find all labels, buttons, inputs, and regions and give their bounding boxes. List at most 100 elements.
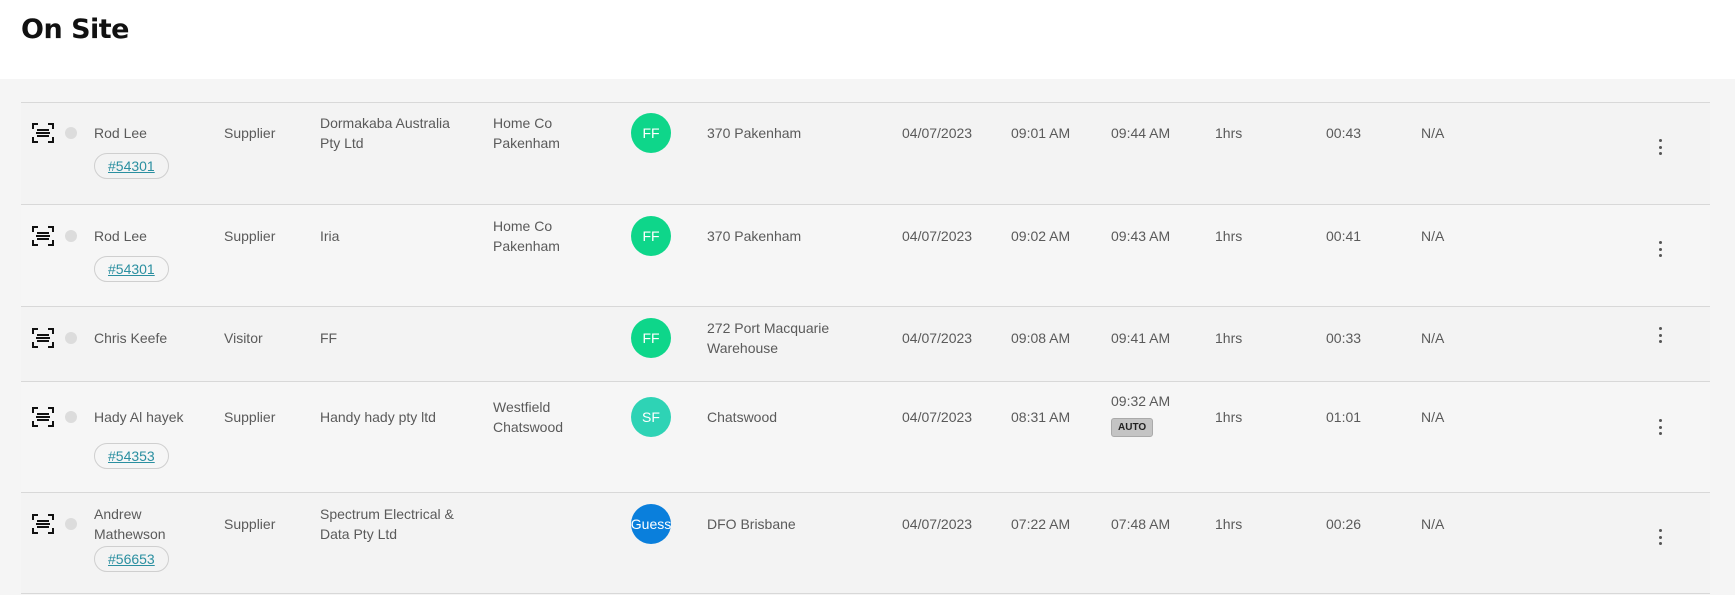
extra-field: N/A xyxy=(1421,125,1445,141)
site-avatar: Guess xyxy=(631,504,671,544)
onsite-table: Rod Lee Supplier Dormakaba Australia Pty Lt… xyxy=(21,102,1710,594)
more-options-icon[interactable] xyxy=(1652,239,1668,259)
elapsed-time: 00:43 xyxy=(1326,125,1362,141)
elapsed-time: 01:01 xyxy=(1326,409,1362,425)
visit-date: 04/07/2023 xyxy=(902,516,973,532)
site-name: DFO Brisbane xyxy=(707,514,796,534)
scan-qr-icon[interactable] xyxy=(32,513,54,535)
site-avatar: SF xyxy=(631,397,671,437)
elapsed-time: 00:26 xyxy=(1326,516,1362,532)
visitor-name: Andrew Mathewson xyxy=(94,504,166,544)
visitor-type: Supplier xyxy=(224,228,276,244)
visitor-name: Chris Keefe xyxy=(94,330,168,346)
visitor-type: Supplier xyxy=(224,409,276,425)
location-name: Home Co Pakenham xyxy=(493,216,560,256)
table-row[interactable]: Andrew Mathewson Supplier Spectrum Electric… xyxy=(21,493,1710,594)
location-name-line: Pakenham xyxy=(493,238,560,254)
visitor-name-line: Andrew xyxy=(94,506,142,522)
more-options-icon[interactable] xyxy=(1652,527,1668,547)
page-title: On Site xyxy=(21,14,130,45)
site-name-line: 272 Port Macquarie xyxy=(707,320,830,336)
auto-badge: AUTO xyxy=(1111,418,1154,437)
duration: 1hrs xyxy=(1215,516,1243,532)
location-name-line: Pakenham xyxy=(493,135,560,151)
company-name-line: Iria xyxy=(320,228,340,244)
extra-field: N/A xyxy=(1421,330,1445,346)
time-out: 09:32 AM xyxy=(1111,393,1171,409)
time-out: 09:43 AM xyxy=(1111,228,1171,244)
company-name: Spectrum Electrical & Data Pty Ltd xyxy=(320,504,454,544)
site-name-line: Warehouse xyxy=(707,340,779,356)
site-avatar: FF xyxy=(631,113,671,153)
visit-id-link[interactable]: #56653 xyxy=(94,546,169,572)
site-name: 272 Port Macquarie Warehouse xyxy=(707,318,829,358)
more-options-icon[interactable] xyxy=(1652,417,1668,437)
visitor-name: Rod Lee xyxy=(94,125,147,141)
site-name: Chatswood xyxy=(707,407,777,427)
visit-date: 04/07/2023 xyxy=(902,409,973,425)
company-name-line: Spectrum Electrical & xyxy=(320,506,454,522)
extra-field: N/A xyxy=(1421,228,1445,244)
company-name: Iria xyxy=(320,226,339,246)
time-in: 09:01 AM xyxy=(1011,125,1071,141)
time-out: 09:41 AM xyxy=(1111,330,1171,346)
visit-id-link[interactable]: #54353 xyxy=(94,443,169,469)
visitor-name: Rod Lee xyxy=(94,228,147,244)
visitor-name-line: Mathewson xyxy=(94,526,166,542)
status-dot xyxy=(65,332,77,344)
scan-qr-icon[interactable] xyxy=(32,225,54,247)
visit-date: 04/07/2023 xyxy=(902,330,973,346)
company-name-line: FF xyxy=(320,330,338,346)
time-in: 09:02 AM xyxy=(1011,228,1071,244)
location-name-line: Home Co xyxy=(493,115,553,131)
visit-id-link[interactable]: #54301 xyxy=(94,256,169,282)
site-name-line: 370 Pakenham xyxy=(707,125,802,141)
location-name-line: Chatswood xyxy=(493,419,564,435)
table-row[interactable]: Hady Al hayek Supplier Handy hady pty ltd W… xyxy=(21,382,1710,493)
extra-field: N/A xyxy=(1421,409,1445,425)
extra-field: N/A xyxy=(1421,516,1445,532)
location-name: Home Co Pakenham xyxy=(493,113,560,153)
table-row[interactable]: Rod Lee Supplier Dormakaba Australia Pty Lt… xyxy=(21,103,1710,205)
site-name-line: DFO Brisbane xyxy=(707,516,796,532)
visitor-name: Hady Al hayek xyxy=(94,409,184,425)
scan-qr-icon[interactable] xyxy=(32,327,54,349)
time-in: 09:08 AM xyxy=(1011,330,1071,346)
company-name: FF xyxy=(320,328,337,348)
duration: 1hrs xyxy=(1215,125,1243,141)
visitor-type: Supplier xyxy=(224,516,276,532)
visit-date: 04/07/2023 xyxy=(902,125,973,141)
location-name: Westfield Chatswood xyxy=(493,397,563,437)
visit-date: 04/07/2023 xyxy=(902,228,973,244)
scan-qr-icon[interactable] xyxy=(32,122,54,144)
page-header: On Site xyxy=(0,0,1735,79)
elapsed-time: 00:33 xyxy=(1326,330,1362,346)
table-row[interactable]: Rod Lee Supplier Iria Home Co Pakenham FF 370 … xyxy=(21,205,1710,307)
company-name-line: Handy hady pty ltd xyxy=(320,409,436,425)
more-options-icon[interactable] xyxy=(1652,325,1668,345)
site-name-line: 370 Pakenham xyxy=(707,228,802,244)
location-name-line: Westfield xyxy=(493,399,551,415)
site-avatar: FF xyxy=(631,216,671,256)
more-options-icon[interactable] xyxy=(1652,137,1668,157)
company-name-line: Data Pty Ltd xyxy=(320,526,398,542)
table-row[interactable]: Chris Keefe Visitor FF FF 272 Port Macquarie… xyxy=(21,307,1710,382)
site-name: 370 Pakenham xyxy=(707,226,801,246)
site-name: 370 Pakenham xyxy=(707,123,801,143)
scan-qr-icon[interactable] xyxy=(32,406,54,428)
company-name: Handy hady pty ltd xyxy=(320,407,436,427)
time-out: 07:48 AM xyxy=(1111,516,1171,532)
location-name-line: Home Co xyxy=(493,218,553,234)
visitor-type: Supplier xyxy=(224,125,276,141)
duration: 1hrs xyxy=(1215,228,1243,244)
status-dot xyxy=(65,230,77,242)
status-dot xyxy=(65,518,77,530)
time-in: 07:22 AM xyxy=(1011,516,1071,532)
visitor-type: Visitor xyxy=(224,330,263,346)
visit-id-link[interactable]: #54301 xyxy=(94,153,169,179)
status-dot xyxy=(65,411,77,423)
company-name: Dormakaba Australia Pty Ltd xyxy=(320,113,450,153)
time-in: 08:31 AM xyxy=(1011,409,1071,425)
company-name-line: Dormakaba Australia xyxy=(320,115,450,131)
duration: 1hrs xyxy=(1215,409,1243,425)
